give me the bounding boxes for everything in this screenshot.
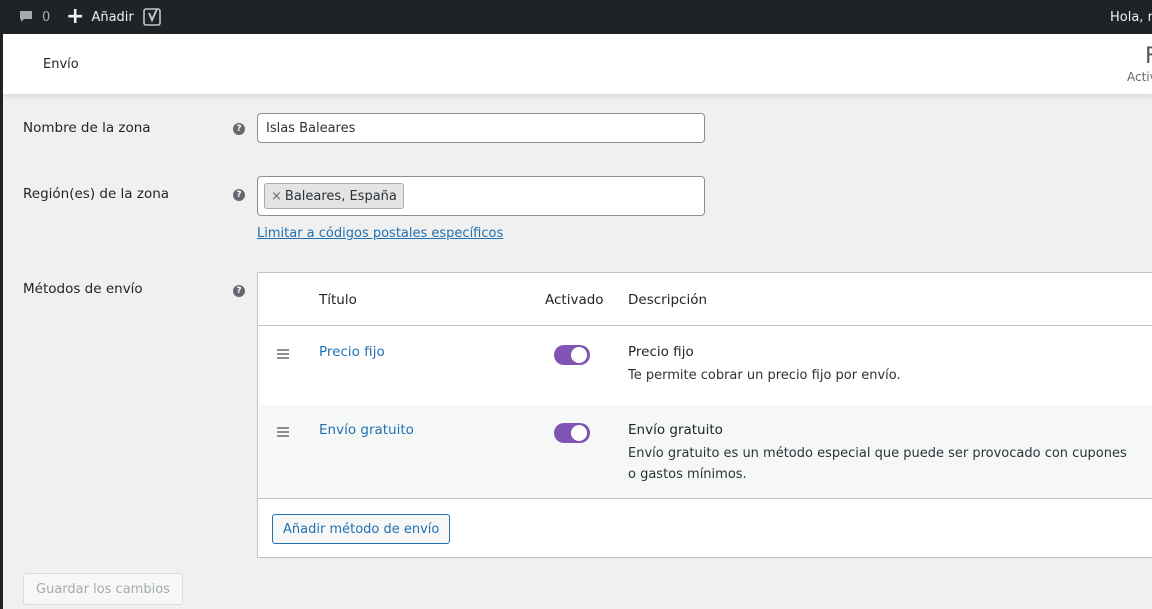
limit-postcodes-link[interactable]: Limitar a códigos postales específicos bbox=[257, 226, 503, 241]
region-chip[interactable]: × Baleares, España bbox=[264, 183, 404, 209]
method-title-link[interactable]: Envío gratuito bbox=[319, 422, 414, 438]
save-changes-button[interactable]: Guardar los cambios bbox=[23, 573, 183, 605]
column-header-description: Descripción bbox=[628, 292, 708, 308]
region-chip-label: Baleares, España bbox=[284, 188, 397, 204]
remove-chip-icon[interactable]: × bbox=[271, 189, 282, 204]
account-menu[interactable]: Hola, ro bbox=[1110, 0, 1152, 34]
yoast-icon bbox=[143, 8, 161, 26]
help-icon[interactable]: ? bbox=[233, 189, 245, 201]
shipping-methods-table: Título Activado Descripción Precio fijo … bbox=[257, 272, 1152, 558]
zone-region-label: Región(es) de la zona bbox=[23, 186, 170, 202]
new-content-label: Añadir bbox=[91, 9, 134, 25]
column-header-title: Título bbox=[319, 292, 357, 308]
method-title-link[interactable]: Precio fijo bbox=[319, 344, 385, 360]
comment-bubble-icon bbox=[20, 11, 32, 22]
comments-count: 0 bbox=[42, 9, 51, 25]
page-header: Envío F Activ bbox=[3, 34, 1152, 94]
breadcrumb-title: Envío bbox=[43, 57, 79, 72]
header-divider bbox=[258, 325, 1152, 326]
method-description-text: Te permite cobrar un precio fijo por env… bbox=[628, 368, 901, 383]
help-icon[interactable]: ? bbox=[233, 123, 245, 135]
help-icon[interactable]: ? bbox=[233, 285, 245, 297]
toggle-knob bbox=[571, 425, 587, 441]
shipping-methods-label: Métodos de envío bbox=[23, 281, 143, 297]
drag-handle-icon[interactable] bbox=[277, 349, 289, 361]
comments-menu[interactable]: 0 bbox=[18, 0, 50, 34]
method-enabled-toggle[interactable] bbox=[554, 345, 590, 365]
admin-bar: 0 + Añadir Hola, ro bbox=[0, 0, 1152, 34]
zone-name-input[interactable]: Islas Baleares bbox=[257, 113, 705, 143]
zone-region-select[interactable]: × Baleares, España bbox=[257, 176, 705, 216]
add-shipping-method-button[interactable]: Añadir método de envío bbox=[272, 514, 451, 544]
column-header-enabled: Activado bbox=[545, 292, 604, 308]
method-description-text: Envío gratuito es un método especial que… bbox=[628, 446, 1127, 482]
yoast-menu[interactable] bbox=[143, 0, 163, 34]
zone-name-label: Nombre de la zona bbox=[23, 120, 151, 136]
new-content-menu[interactable]: + Añadir bbox=[66, 0, 134, 34]
plus-icon: + bbox=[66, 4, 85, 29]
header-right-label: F bbox=[1145, 44, 1152, 69]
activity-link[interactable]: Activ bbox=[1127, 70, 1152, 84]
method-enabled-toggle[interactable] bbox=[554, 423, 590, 443]
method-description-title: Precio fijo bbox=[628, 344, 694, 360]
method-description-title: Envío gratuito bbox=[628, 422, 723, 438]
footer-divider bbox=[258, 498, 1152, 499]
toggle-knob bbox=[571, 347, 587, 363]
drag-handle-icon[interactable] bbox=[277, 427, 289, 439]
